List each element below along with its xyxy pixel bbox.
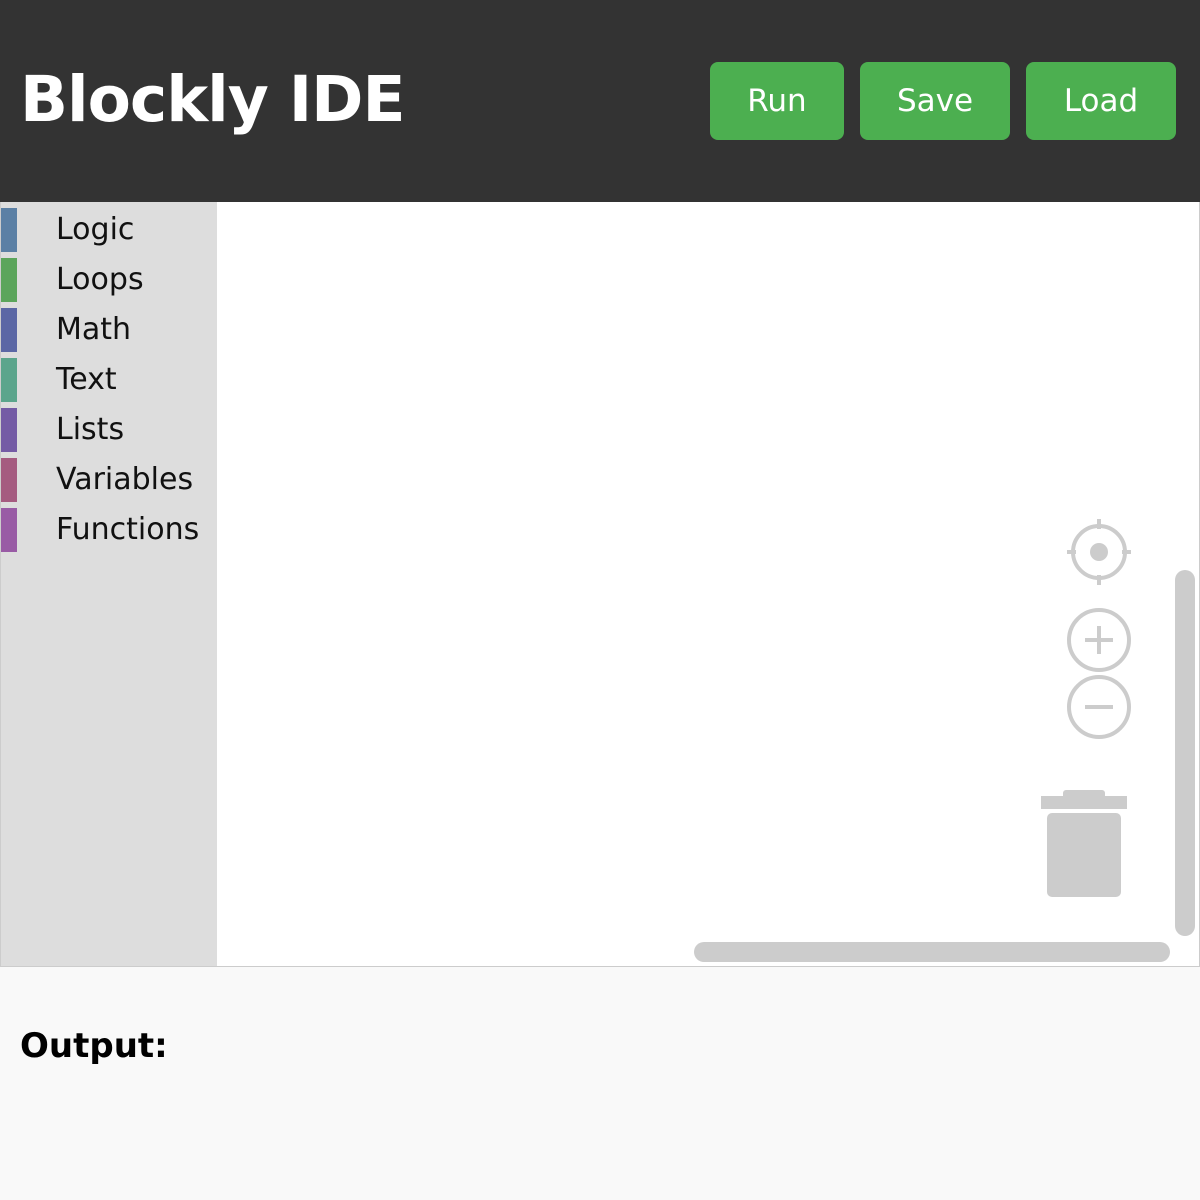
category-color-swatch: [1, 258, 17, 302]
toolbox: Logic Loops Math Text Lists Variables Fu…: [1, 202, 217, 966]
category-label: Math: [56, 312, 132, 347]
category-label: Logic: [56, 212, 135, 247]
category-label: Loops: [56, 262, 144, 297]
category-label: Variables: [56, 462, 194, 497]
toolbox-category-math[interactable]: Math: [1, 308, 217, 352]
load-button[interactable]: Load: [1026, 62, 1176, 140]
zoom-out-button[interactable]: [1064, 672, 1134, 742]
zoom-out-icon: [1067, 675, 1131, 739]
horizontal-scrollbar[interactable]: [694, 942, 1170, 962]
recenter-icon: [1067, 519, 1131, 585]
output-label: Output:: [20, 1026, 168, 1066]
category-color-swatch: [1, 408, 17, 452]
trash-can[interactable]: [1039, 786, 1129, 900]
zoom-in-icon: [1067, 608, 1131, 672]
recenter-button[interactable]: [1064, 519, 1134, 589]
toolbox-category-variables[interactable]: Variables: [1, 458, 217, 502]
category-label: Text: [56, 362, 117, 397]
toolbox-category-functions[interactable]: Functions: [1, 508, 217, 552]
category-label: Functions: [56, 512, 200, 547]
zoom-in-button[interactable]: [1064, 605, 1134, 675]
app-header: Blockly IDE Run Save Load: [0, 0, 1200, 202]
category-color-swatch: [1, 508, 17, 552]
output-content: [20, 1080, 1180, 1180]
category-color-swatch: [1, 308, 17, 352]
category-color-swatch: [1, 208, 17, 252]
blockly-workspace[interactable]: Logic Loops Math Text Lists Variables Fu…: [0, 202, 1200, 967]
category-color-swatch: [1, 358, 17, 402]
category-color-swatch: [1, 458, 17, 502]
page-title: Blockly IDE: [20, 63, 406, 136]
trash-icon: [1041, 790, 1127, 897]
toolbox-category-text[interactable]: Text: [1, 358, 217, 402]
save-button[interactable]: Save: [860, 62, 1010, 140]
run-button[interactable]: Run: [710, 62, 844, 140]
toolbox-category-lists[interactable]: Lists: [1, 408, 217, 452]
toolbox-category-logic[interactable]: Logic: [1, 208, 217, 252]
toolbox-category-loops[interactable]: Loops: [1, 258, 217, 302]
vertical-scrollbar[interactable]: [1175, 570, 1195, 936]
category-label: Lists: [56, 412, 125, 447]
